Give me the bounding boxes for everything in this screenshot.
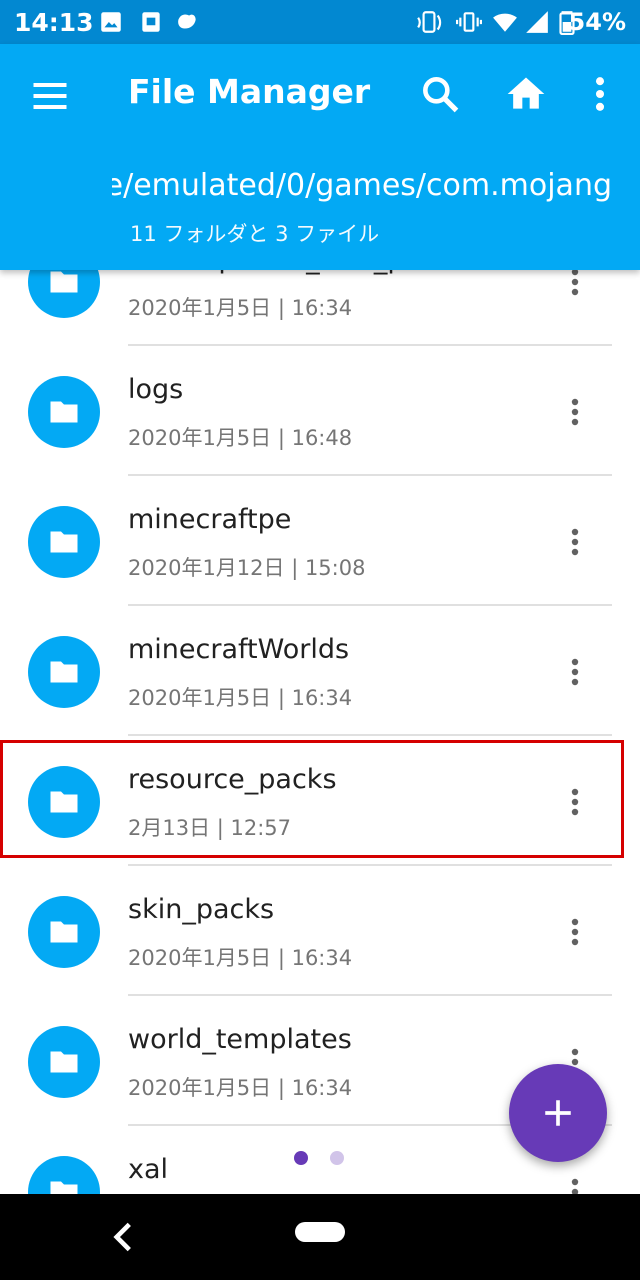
home-pill[interactable] — [295, 1222, 345, 1242]
app-bar: File Manager /storage/emulated/0/games/c… — [0, 44, 640, 270]
folder-file-count: 11 フォルダと 3 ファイル — [130, 222, 380, 246]
system-nav-bar — [0, 1194, 640, 1280]
folder-date: 2020年1月5日 | 16:34 — [128, 946, 353, 970]
folder-name: world_templates — [128, 1024, 352, 1055]
back-icon[interactable] — [108, 1216, 138, 1258]
home-icon[interactable] — [504, 72, 548, 116]
plus-icon — [545, 1100, 571, 1126]
add-fab-button[interactable] — [509, 1064, 607, 1162]
list-item-highlighted[interactable]: resource_packs 2月13日 | 12:57 — [0, 736, 640, 866]
folder-date: 2020年1月5日 | 16:34 — [128, 296, 353, 320]
folder-icon — [28, 1156, 100, 1194]
more-options-icon[interactable] — [560, 520, 590, 564]
search-icon[interactable] — [418, 72, 462, 116]
more-options-icon[interactable] — [560, 1170, 590, 1194]
more-options-icon[interactable] — [560, 910, 590, 954]
list-item[interactable]: minecraftpe 2020年1月12日 | 15:08 — [0, 476, 640, 606]
folder-date: 2020年1月5日 | 16:34 — [128, 1076, 353, 1100]
wifi-icon — [493, 13, 517, 32]
folder-icon — [28, 506, 100, 578]
folder-date: 2020年1月5日 | 16:34 — [128, 686, 353, 710]
list-item[interactable]: logs 2020年1月5日 | 16:48 — [0, 346, 640, 476]
folder-icon — [28, 896, 100, 968]
nfc-icon — [417, 11, 442, 33]
folder-name: resource_packs — [128, 764, 337, 795]
file-list[interactable]: development_skin_packs 2020年1月5日 | 16:34… — [0, 216, 640, 1194]
game-icon — [178, 14, 196, 29]
folder-date: 2020年1月5日 | 16:48 — [128, 426, 353, 450]
folder-date: 2月13日 | 12:57 — [128, 816, 292, 840]
status-time: 14:13 — [14, 8, 94, 37]
folder-icon — [28, 766, 100, 838]
page-dot-active — [294, 1151, 308, 1165]
more-options-icon[interactable] — [560, 780, 590, 824]
folder-icon — [28, 636, 100, 708]
battery-percent: 54% — [568, 8, 626, 36]
vibrate-icon — [456, 12, 482, 32]
folder-name: logs — [128, 374, 184, 405]
image-icon — [101, 12, 121, 32]
overflow-menu-icon[interactable] — [578, 72, 622, 116]
folder-name: xal — [128, 1154, 169, 1185]
folder-name: skin_packs — [128, 894, 275, 925]
folder-icon — [28, 1026, 100, 1098]
page-dot — [330, 1151, 344, 1165]
current-path: /storage/emulated/0/games/com.mojang — [112, 168, 612, 203]
page-indicator — [294, 1151, 344, 1165]
more-options-icon[interactable] — [560, 390, 590, 434]
hamburger-menu-icon[interactable] — [28, 74, 72, 118]
app-title: File Manager — [128, 72, 371, 111]
cellular-icon — [526, 11, 548, 33]
folder-icon — [28, 376, 100, 448]
folder-name: minecraftWorlds — [128, 634, 350, 665]
notification-icon — [142, 12, 160, 32]
more-options-icon[interactable] — [560, 650, 590, 694]
list-item[interactable]: minecraftWorlds 2020年1月5日 | 16:34 — [0, 606, 640, 736]
list-item[interactable]: skin_packs 2020年1月5日 | 16:34 — [0, 866, 640, 996]
folder-date: 2020年1月12日 | 15:08 — [128, 556, 366, 580]
folder-name: minecraftpe — [128, 504, 292, 535]
status-bar: 14:13 54% — [0, 0, 640, 44]
